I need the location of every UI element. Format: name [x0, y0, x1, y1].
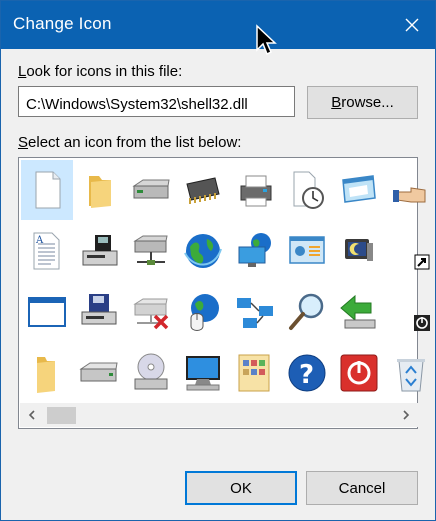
moon-screen-icon [345, 239, 373, 261]
close-icon [405, 18, 419, 32]
floppy-computer-icon [82, 235, 118, 266]
browse-button[interactable]: Browse... [307, 86, 418, 119]
file-path-input[interactable] [18, 86, 295, 117]
scroll-thumb[interactable] [47, 407, 76, 424]
mouse-cursor-icon [256, 24, 277, 56]
cd-drive-icon [134, 353, 168, 390]
icon-cell[interactable] [21, 343, 73, 403]
shortcut-arrow-icon [414, 254, 430, 270]
icon-cell[interactable] [73, 160, 125, 220]
search-magnifier-icon [289, 293, 324, 330]
ok-button[interactable]: OK [185, 471, 297, 505]
icon-cell[interactable] [177, 282, 229, 342]
drive-icon [132, 179, 170, 199]
icon-cell[interactable] [281, 282, 333, 342]
icon-cell[interactable] [73, 282, 125, 342]
cancel-button[interactable]: Cancel [306, 471, 418, 505]
title-bar[interactable]: Change Icon [1, 1, 435, 49]
blank-window-icon [28, 297, 66, 327]
icon-cell[interactable] [385, 221, 436, 281]
blank-document-icon [35, 171, 61, 209]
icon-cell[interactable] [73, 221, 125, 281]
icon-cell[interactable] [177, 160, 229, 220]
icon-cell[interactable] [125, 343, 177, 403]
folder-icon [89, 176, 111, 208]
green-arrow-drive-icon [340, 294, 376, 329]
select-icon-label: Select an icon from the list below: [18, 134, 242, 151]
power-button-icon [340, 354, 378, 392]
scroll-left-button[interactable] [20, 403, 44, 427]
icon-cell[interactable] [21, 282, 73, 342]
close-button[interactable] [389, 1, 435, 49]
icon-cell[interactable] [125, 160, 177, 220]
network-globe-icon [238, 233, 271, 267]
icon-cell[interactable] [333, 160, 385, 220]
look-for-label: Look for icons in this file: [18, 63, 183, 80]
icon-cell[interactable]: ? [281, 343, 333, 403]
icon-cell[interactable] [229, 221, 281, 281]
open-folder-icon [37, 357, 55, 393]
globe-icon [184, 234, 222, 268]
floppy-drive-icon [81, 294, 117, 325]
chevron-left-icon [28, 410, 35, 420]
icon-cell[interactable] [333, 343, 385, 403]
file-thumbnails-icon [238, 354, 270, 392]
power-small-icon [414, 315, 430, 331]
window-icon [342, 175, 376, 203]
mouse-globe-icon [190, 294, 219, 331]
change-icon-dialog: Change Icon Look for icons in this file:… [0, 0, 436, 521]
icon-cell[interactable] [229, 282, 281, 342]
icon-cell[interactable] [281, 221, 333, 281]
hand-pointer-icon [393, 187, 426, 203]
clock-document-icon [293, 171, 324, 209]
printer-icon [240, 175, 272, 207]
icon-cell[interactable] [125, 221, 177, 281]
network-diagram-icon [237, 298, 273, 328]
icon-cell[interactable] [73, 343, 125, 403]
icon-cell[interactable] [229, 160, 281, 220]
svg-text:A: A [35, 235, 44, 246]
drive-plain-icon [79, 362, 118, 382]
scroll-right-button[interactable] [394, 403, 418, 427]
text-document-icon: A [33, 232, 60, 270]
icon-cell[interactable] [385, 160, 436, 220]
icon-cell[interactable] [229, 343, 281, 403]
icon-cell[interactable]: A [21, 221, 73, 281]
desktop-computer-icon [186, 356, 220, 391]
network-drive-icon [133, 235, 168, 265]
control-panel-icon [289, 236, 325, 264]
icon-cell[interactable] [385, 343, 436, 403]
icon-listbox[interactable]: A? [18, 157, 430, 429]
help-icon: ? [288, 354, 326, 392]
svg-text:?: ? [299, 360, 314, 390]
horizontal-scrollbar[interactable] [20, 403, 418, 427]
disconnected-drive-icon [133, 298, 169, 330]
icon-cell[interactable] [125, 282, 177, 342]
icon-cell[interactable] [385, 282, 436, 342]
chevron-right-icon [403, 410, 410, 420]
recycle-bin-icon [397, 359, 425, 392]
icon-cell[interactable] [177, 343, 229, 403]
window-title: Change Icon [13, 14, 112, 33]
icon-cell[interactable] [21, 160, 73, 220]
icon-grid: A? [21, 160, 430, 406]
memory-chip-icon [186, 177, 220, 204]
icon-cell[interactable] [281, 160, 333, 220]
icon-cell[interactable] [333, 221, 385, 281]
icon-cell[interactable] [177, 221, 229, 281]
icon-cell[interactable] [333, 282, 385, 342]
